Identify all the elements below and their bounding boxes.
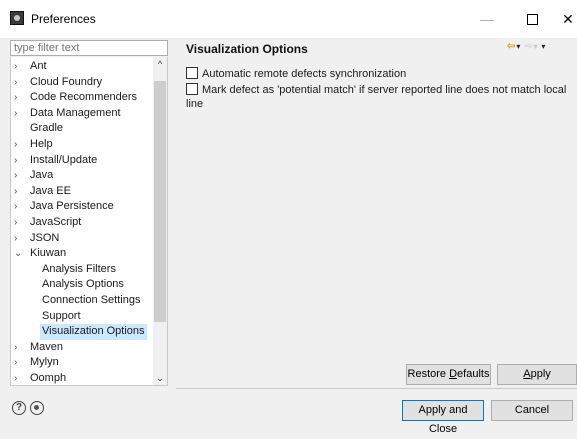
tree-item[interactable]: › Data Management [11, 106, 155, 122]
forward-arrow-icon[interactable]: ⇨ [524, 40, 532, 54]
expand-chevron-icon[interactable]: › [14, 59, 24, 75]
tree-item-label: Ant [30, 60, 47, 72]
forward-menu-chevron-icon[interactable]: ▾ [534, 40, 538, 54]
tree-item-label: Visualization Options [40, 324, 147, 340]
potential-match-label: Mark defect as 'potential match' if serv… [186, 84, 567, 110]
auto-sync-checkbox[interactable] [186, 67, 198, 80]
tree-item-label: Install/Update [30, 153, 98, 166]
expand-chevron-icon[interactable]: › [14, 137, 24, 153]
tree-item-label: Analysis Filters [42, 262, 116, 275]
tree-item[interactable]: › Ant [11, 59, 155, 75]
expand-chevron-icon[interactable]: › [14, 168, 24, 184]
expand-chevron-icon[interactable]: › [14, 106, 24, 122]
auto-sync-option[interactable]: Automatic remote defects synchronization [186, 67, 406, 81]
potential-match-checkbox[interactable] [186, 83, 198, 96]
back-menu-chevron-icon[interactable]: ▾ [516, 40, 520, 54]
tree-item-label: Code Recommenders [30, 91, 137, 104]
tree-scrollbar[interactable]: ^ ⌄ [153, 57, 167, 385]
tree-item-label: Mylyn [30, 356, 59, 369]
tree-list: › Ant › Cloud Foundry › Code Recommenders › Dat… [11, 59, 155, 385]
maximize-button[interactable] [517, 6, 547, 32]
scroll-down-button[interactable]: ⌄ [153, 371, 167, 385]
minimize-button[interactable]: — [472, 6, 502, 32]
preference-tree: › Ant › Cloud Foundry › Code Recommenders › Dat… [10, 57, 168, 386]
tree-item[interactable]: Visualization Options [11, 324, 155, 340]
tree-item[interactable]: › JSON [11, 231, 155, 247]
expand-chevron-icon[interactable]: › [14, 340, 24, 356]
tree-item[interactable]: › Install/Update [11, 153, 155, 169]
tree-item-label: Maven [30, 340, 64, 353]
close-button[interactable]: ✕ [553, 6, 577, 32]
tree-item[interactable]: Support [11, 309, 155, 325]
tree-item-label: Analysis Options [42, 278, 124, 291]
collapse-chevron-icon[interactable]: ⌄ [14, 246, 24, 262]
tree-item-label: JSON [30, 231, 60, 244]
tree-item[interactable]: › Code Recommenders [11, 90, 155, 106]
tree-item-label: Help [30, 137, 53, 150]
tree-item-label: Gradle [30, 122, 64, 135]
tree-item[interactable]: › Mylyn [11, 355, 155, 371]
footer-separator [176, 388, 577, 389]
tree-item-label: Java EE [30, 184, 71, 197]
tree-item-label: Data Management [30, 106, 121, 119]
tree-item[interactable]: Analysis Filters [11, 262, 155, 278]
expand-chevron-icon[interactable]: › [14, 231, 24, 247]
maximize-icon [526, 13, 538, 25]
apply-button[interactable]: Apply [497, 364, 577, 385]
tree-item[interactable]: › Cloud Foundry [11, 75, 155, 91]
tree-item[interactable]: › Java [11, 168, 155, 184]
title-bar: Preferences — ✕ [0, 0, 577, 38]
record-macro-icon[interactable] [30, 401, 44, 415]
expand-chevron-icon[interactable]: › [14, 153, 24, 169]
tree-item[interactable]: Gradle [11, 121, 155, 137]
tree-item[interactable]: › Java EE [11, 184, 155, 200]
view-menu-chevron-icon[interactable]: ▾ [541, 40, 545, 54]
scroll-thumb[interactable] [154, 81, 166, 322]
expand-chevron-icon[interactable]: › [14, 371, 24, 385]
tree-item-label: Java [30, 169, 54, 182]
auto-sync-label: Automatic remote defects synchronization [202, 68, 407, 80]
tree-item-label: Connection Settings [42, 293, 141, 306]
tree-item-label: JavaScript [30, 215, 82, 228]
cancel-button[interactable]: Cancel [491, 400, 573, 421]
apply-and-close-button[interactable]: Apply and Close [402, 400, 484, 435]
restore-defaults-button[interactable]: Restore Defaults [406, 364, 491, 385]
tree-item[interactable]: Connection Settings [11, 293, 155, 309]
expand-chevron-icon[interactable]: › [14, 75, 24, 91]
page-title: Visualization Options [186, 42, 308, 56]
tree-item-label: Java Persistence [30, 200, 114, 213]
tree-item[interactable]: › Maven [11, 340, 155, 356]
expand-chevron-icon[interactable]: › [14, 215, 24, 231]
tree-item-label: Kiuwan [30, 247, 67, 260]
expand-chevron-icon[interactable]: › [14, 199, 24, 215]
preferences-app-icon [10, 11, 24, 25]
potential-match-option[interactable]: Mark defect as 'potential match' if serv… [186, 83, 577, 110]
expand-chevron-icon[interactable]: › [14, 184, 24, 200]
page-navigation: ⇦▾ ⇨▾ ▾ [507, 40, 546, 54]
tree-item[interactable]: ⌄ Kiuwan [11, 246, 155, 262]
filter-input[interactable] [10, 40, 168, 56]
help-icon[interactable]: ? [12, 401, 26, 415]
tree-item[interactable]: › JavaScript [11, 215, 155, 231]
tree-item-label: Support [42, 309, 81, 322]
window-title: Preferences [31, 12, 96, 26]
scroll-up-button[interactable]: ^ [153, 57, 167, 71]
tree-item[interactable]: › Oomph [11, 371, 155, 385]
tree-item[interactable]: Analysis Options [11, 277, 155, 293]
tree-item[interactable]: › Help [11, 137, 155, 153]
expand-chevron-icon[interactable]: › [14, 90, 24, 106]
tree-item-label: Oomph [30, 371, 67, 384]
tree-item[interactable]: › Java Persistence [11, 199, 155, 215]
expand-chevron-icon[interactable]: › [14, 355, 24, 371]
back-arrow-icon[interactable]: ⇦ [507, 40, 515, 54]
tree-item-label: Cloud Foundry [30, 75, 103, 88]
